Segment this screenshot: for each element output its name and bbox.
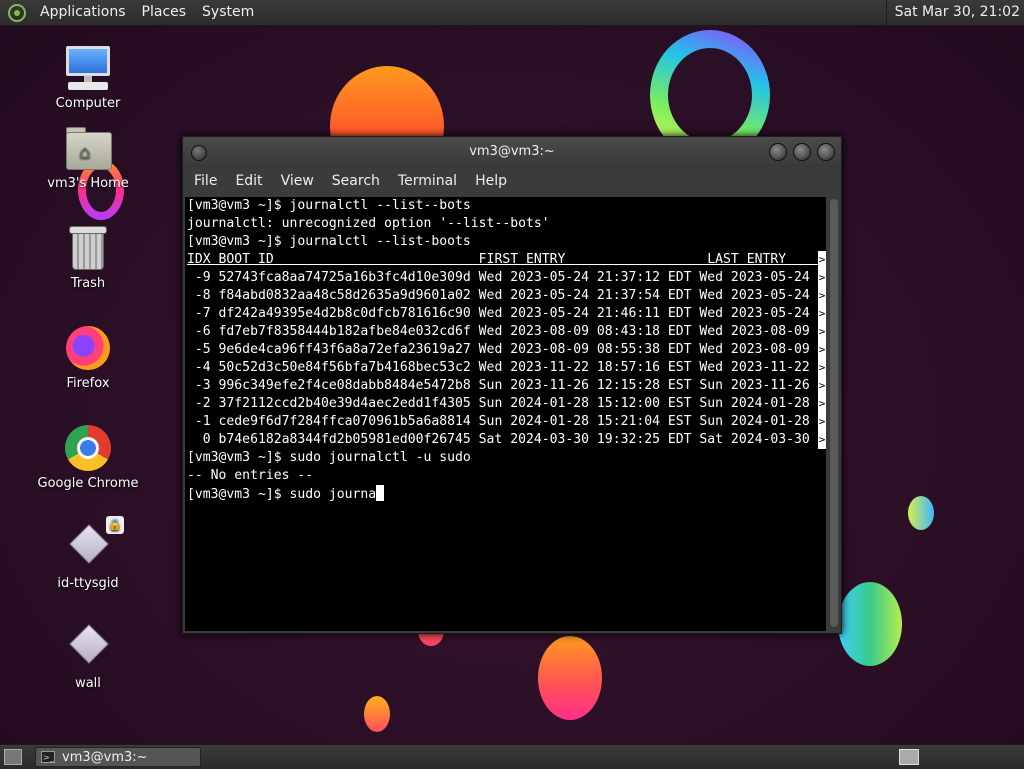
wallpaper-green-oval — [838, 582, 902, 666]
boot-row-text: -6 fd7eb7f8358444b182afbe84e032cd6f Wed … — [187, 324, 810, 339]
desktop-icon-label: Trash — [70, 276, 106, 291]
desktop-icon-trash[interactable]: Trash — [28, 224, 148, 291]
boot-row: -5 9e6de4ca96ff43f6a8a72efa23619a27 Wed … — [185, 341, 826, 359]
boot-row: -6 fd7eb7f8358444b182afbe84e032cd6f Wed … — [185, 323, 826, 341]
boot-row-text: -7 df242a49395e4d2b8c0dfcb781616c90 Wed … — [187, 306, 810, 321]
overflow-marker: > — [818, 431, 826, 449]
desktop-icon-wall[interactable]: wall — [28, 624, 148, 691]
desktop-icon-label: Computer — [55, 96, 121, 111]
close-button[interactable] — [817, 143, 835, 161]
file-icon — [64, 624, 112, 672]
boot-row-text: -4 50c52d3c50e84f56bfa7b4168bec53c2 Wed … — [187, 360, 810, 375]
taskbar-terminal-button[interactable]: >_ vm3@vm3:~ — [35, 747, 201, 767]
top-panel: Applications Places System Sat Mar 30, 2… — [0, 0, 1024, 26]
overflow-marker: > — [818, 251, 826, 269]
desktop-icon-label: wall — [75, 676, 101, 691]
overflow-marker: > — [818, 377, 826, 395]
wallpaper-small-oval — [364, 696, 390, 732]
computer-icon — [64, 44, 112, 92]
desktop-icon-id-ttysgid[interactable]: 🔒 id-ttysgid — [28, 516, 148, 591]
menu-edit[interactable]: Edit — [226, 173, 271, 189]
desktop-icon-chrome[interactable]: Google Chrome — [28, 424, 148, 491]
boot-row-text: -8 f84abd0832aa48c58d2635a9d9601a02 Wed … — [187, 288, 810, 303]
overflow-marker: > — [818, 269, 826, 287]
file-icon: 🔒 — [64, 516, 124, 572]
menu-search[interactable]: Search — [323, 173, 389, 189]
boot-row-text: -9 52743fca8aa74725a16b3fc4d10e309d Wed … — [187, 270, 810, 285]
terminal-titlebar[interactable]: vm3@vm3:~ — [183, 137, 841, 167]
trash-icon — [64, 224, 112, 272]
taskbar-button-label: vm3@vm3:~ — [62, 750, 148, 765]
home-folder-icon: ⌂ — [64, 124, 112, 172]
terminal-prompt-line[interactable]: [vm3@vm3 ~]$ sudo journa — [185, 485, 826, 503]
overflow-marker: > — [818, 413, 826, 431]
prompt-text: [vm3@vm3 ~]$ sudo journa — [187, 487, 377, 502]
boot-row: -3 996c349efe2f4ce08dabb8484e5472b8 Sun … — [185, 377, 826, 395]
boot-row: -4 50c52d3c50e84f56bfa7b4168bec53c2 Wed … — [185, 359, 826, 377]
boot-row: -2 37f2112ccd2b40e39d4aec2edd1f4305 Sun … — [185, 395, 826, 413]
boot-row: -1 cede9f6d7f284ffca070961b5a6a8814 Sun … — [185, 413, 826, 431]
system-menu[interactable]: System — [194, 0, 262, 25]
lock-icon: 🔒 — [106, 516, 124, 534]
text-cursor — [376, 485, 385, 501]
overflow-marker: > — [818, 341, 826, 359]
desktop-icon-label: id-ttysgid — [57, 576, 119, 591]
desktop-icon-label: Firefox — [66, 376, 110, 391]
distro-logo-icon[interactable] — [8, 3, 26, 22]
boot-row-text: -1 cede9f6d7f284ffca070961b5a6a8814 Sun … — [187, 414, 810, 429]
show-desktop-icon[interactable] — [4, 749, 22, 765]
boot-table-header-text: IDX BOOT ID FIRST ENTRY LAST ENTRY — [187, 252, 826, 267]
panel-clock[interactable]: Sat Mar 30, 21:02 — [885, 0, 1020, 25]
maximize-button[interactable] — [793, 143, 811, 161]
overflow-marker: > — [818, 305, 826, 323]
boot-row: -9 52743fca8aa74725a16b3fc4d10e309d Wed … — [185, 269, 826, 287]
terminal-output[interactable]: [vm3@vm3 ~]$ journalctl --list--bots jou… — [185, 197, 826, 631]
boot-row: 0 b74e6182a8344fd2b05981ed00f26745 Sat 2… — [185, 431, 826, 449]
desktop-icon-computer[interactable]: Computer — [28, 44, 148, 111]
wallpaper-small-green-oval — [908, 496, 934, 530]
scrollbar-thumb[interactable] — [830, 199, 838, 627]
terminal-line: journalctl: unrecognized option '--list-… — [187, 216, 550, 231]
boot-row-text: -5 9e6de4ca96ff43f6a8a72efa23619a27 Wed … — [187, 342, 810, 357]
minimize-button[interactable] — [769, 143, 787, 161]
terminal-line: [vm3@vm3 ~]$ journalctl --list--bots — [187, 198, 471, 213]
menu-terminal[interactable]: Terminal — [389, 173, 466, 189]
workspace-switcher[interactable] — [899, 749, 919, 765]
wallpaper-orange-oval — [538, 636, 602, 720]
firefox-icon — [64, 324, 112, 372]
terminal-line: [vm3@vm3 ~]$ sudo journalctl -u sudo — [187, 450, 471, 465]
boot-row: -7 df242a49395e4d2b8c0dfcb781616c90 Wed … — [185, 305, 826, 323]
boot-table-header: IDX BOOT ID FIRST ENTRY LAST ENTRY > — [185, 251, 826, 269]
desktop-icon-label: Google Chrome — [37, 476, 139, 491]
boot-row-text: -3 996c349efe2f4ce08dabb8484e5472b8 Sun … — [187, 378, 810, 393]
window-menu-button[interactable] — [191, 145, 207, 161]
desktop-icon-firefox[interactable]: Firefox — [28, 324, 148, 391]
overflow-marker: > — [818, 323, 826, 341]
terminal-menubar: File Edit View Search Terminal Help — [183, 167, 841, 195]
applications-menu[interactable]: Applications — [32, 0, 134, 25]
boot-row: -8 f84abd0832aa48c58d2635a9d9601a02 Wed … — [185, 287, 826, 305]
terminal-icon: >_ — [41, 751, 55, 763]
overflow-marker: > — [818, 395, 826, 413]
menu-view[interactable]: View — [272, 173, 323, 189]
overflow-marker: > — [818, 359, 826, 377]
bottom-panel: >_ vm3@vm3:~ — [0, 744, 1024, 769]
desktop-icon-home[interactable]: ⌂ vm3's Home — [28, 124, 148, 191]
window-title: vm3@vm3:~ — [469, 144, 555, 159]
boot-row-text: -2 37f2112ccd2b40e39d4aec2edd1f4305 Sun … — [187, 396, 810, 411]
menu-help[interactable]: Help — [466, 173, 516, 189]
terminal-line: [vm3@vm3 ~]$ journalctl --list-boots — [187, 234, 471, 249]
boot-row-text: 0 b74e6182a8344fd2b05981ed00f26745 Sat 2… — [187, 432, 810, 447]
desktop-icon-label: vm3's Home — [47, 176, 129, 191]
chrome-icon — [64, 424, 112, 472]
terminal-window[interactable]: vm3@vm3:~ File Edit View Search Terminal… — [182, 136, 842, 634]
terminal-line: -- No entries -- — [187, 468, 314, 483]
overflow-marker: > — [818, 287, 826, 305]
terminal-scrollbar[interactable] — [828, 197, 840, 631]
places-menu[interactable]: Places — [134, 0, 195, 25]
menu-file[interactable]: File — [185, 173, 226, 189]
